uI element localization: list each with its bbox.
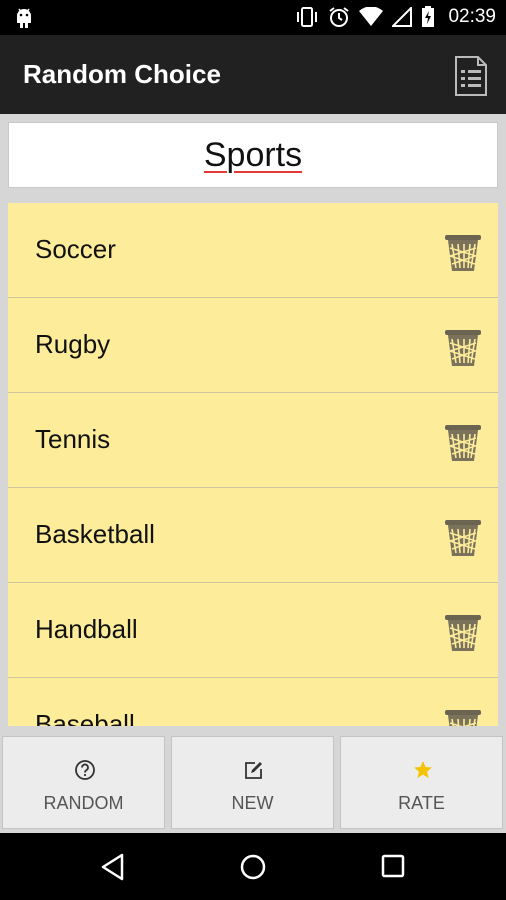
back-icon[interactable] xyxy=(100,853,126,881)
trash-icon[interactable] xyxy=(444,328,482,368)
choices-list[interactable]: Soccer Rugby Tennis Basketball Handball … xyxy=(8,203,498,726)
home-icon[interactable] xyxy=(239,853,267,881)
trash-icon[interactable] xyxy=(444,613,482,653)
trash-icon[interactable] xyxy=(444,233,482,273)
star-icon xyxy=(414,761,432,778)
category-name: Sports xyxy=(203,135,303,174)
list-item[interactable]: Handball xyxy=(8,583,498,678)
list-item[interactable]: Soccer xyxy=(8,203,498,298)
recents-icon[interactable] xyxy=(380,853,406,879)
random-button[interactable]: RANDOM xyxy=(2,736,165,829)
new-button[interactable]: NEW xyxy=(171,736,334,829)
help-circle-icon xyxy=(75,760,95,780)
category-name-field[interactable]: Sports xyxy=(8,122,498,188)
vibrate-icon xyxy=(297,7,318,27)
item-label: Basketball xyxy=(35,519,155,549)
app-bar: Random Choice xyxy=(0,35,506,114)
battery-charging-icon xyxy=(422,6,435,27)
trash-icon[interactable] xyxy=(444,518,482,558)
random-button-label: RANDOM xyxy=(43,793,124,813)
navigation-bar xyxy=(0,833,506,900)
edit-icon xyxy=(245,762,262,779)
new-button-label: NEW xyxy=(231,793,274,813)
item-label: Soccer xyxy=(35,234,116,264)
list-item[interactable]: Baseball xyxy=(8,678,498,726)
clock-time: 02:39 xyxy=(448,6,496,27)
status-bar: 02:39 xyxy=(0,0,506,35)
android-icon xyxy=(17,8,31,28)
list-item[interactable]: Tennis xyxy=(8,393,498,488)
cell-signal-icon xyxy=(392,7,413,27)
trash-icon[interactable] xyxy=(444,708,482,726)
rate-button[interactable]: RATE xyxy=(340,736,503,829)
alarm-icon xyxy=(329,7,350,27)
item-label: Baseball xyxy=(35,709,135,726)
wifi-icon xyxy=(359,7,384,26)
item-label: Rugby xyxy=(35,329,111,359)
item-label: Tennis xyxy=(35,424,111,454)
app-title: Random Choice xyxy=(23,59,221,89)
list-item[interactable]: Rugby xyxy=(8,298,498,393)
list-item[interactable]: Basketball xyxy=(8,488,498,583)
document-list-icon[interactable] xyxy=(454,56,488,96)
trash-icon[interactable] xyxy=(444,423,482,463)
rate-button-label: RATE xyxy=(398,793,445,813)
item-label: Handball xyxy=(35,614,138,644)
bottom-action-bar: RANDOM NEW RATE xyxy=(0,734,506,832)
